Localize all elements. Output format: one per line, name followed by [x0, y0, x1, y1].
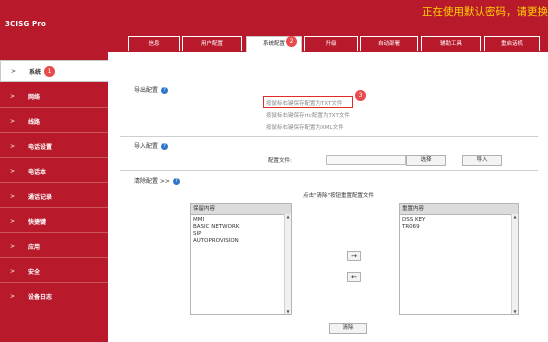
sidebar-item-phonebook[interactable]: > 电话本: [0, 160, 108, 182]
import-section-title: 导入配置?: [134, 141, 169, 150]
tab-user-config[interactable]: 用户配置: [182, 36, 242, 51]
sidebar-item-label: 网络: [28, 93, 41, 101]
chevron-right-icon: >: [11, 67, 17, 75]
sidebar-item-label: 电话设置: [28, 143, 53, 151]
divider: [0, 107, 108, 108]
list-item[interactable]: BASIC NETWORK: [191, 224, 291, 231]
list-item[interactable]: SIP: [191, 231, 291, 238]
list-item[interactable]: DSS KEY: [400, 217, 518, 224]
chevron-right-icon: >: [10, 167, 16, 175]
import-button[interactable]: 导入: [462, 155, 502, 166]
tab-info[interactable]: 信息: [128, 36, 180, 51]
sidebar-item-shortcuts[interactable]: > 快捷键: [0, 210, 108, 232]
divider: [0, 282, 108, 283]
sidebar-item-network[interactable]: > 网络: [0, 85, 108, 107]
divider: [120, 136, 538, 137]
scroll-up-icon[interactable]: ▲: [512, 214, 518, 219]
move-right-button[interactable]: →: [347, 251, 361, 261]
scrollbar[interactable]: ▲ ▼: [284, 214, 291, 314]
clear-title[interactable]: 清除配置 >>: [134, 178, 170, 185]
divider: [0, 232, 108, 233]
step-badge-1: 1: [44, 66, 55, 77]
divider: [0, 132, 108, 133]
sidebar-item-label: 安全: [28, 268, 41, 276]
sidebar-item-label: 电话本: [28, 168, 47, 176]
divider: [0, 157, 108, 158]
divider: [120, 170, 538, 171]
sidebar-item-applications[interactable]: > 应用: [0, 235, 108, 257]
scroll-down-icon[interactable]: ▼: [512, 309, 518, 314]
export-rtc-txt-link[interactable]: 按鼠标右键保存rtc配置为TXT文件: [266, 111, 350, 119]
chevron-right-icon: >: [10, 117, 16, 125]
clear-button[interactable]: 清除: [329, 323, 367, 334]
chevron-right-icon: >: [10, 217, 16, 225]
export-title: 导出配置: [134, 87, 159, 94]
tab-auto-provision[interactable]: 自动部署: [360, 36, 418, 51]
chevron-right-icon: >: [10, 292, 16, 300]
sidebar-item-lines[interactable]: > 线路: [0, 110, 108, 132]
chevron-right-icon: >: [10, 242, 16, 250]
divider: [0, 207, 108, 208]
config-file-input[interactable]: [326, 155, 406, 165]
export-xml-link[interactable]: 按鼠标右键保存配置为XML文件: [266, 123, 344, 131]
reset-list-header: 重置内容: [400, 204, 518, 215]
scrollbar[interactable]: ▲ ▼: [511, 214, 518, 314]
clear-instruction: 点击"清除"按钮重置配置文件: [303, 193, 375, 199]
move-left-button[interactable]: ←: [347, 272, 361, 282]
tab-tools[interactable]: 辅助工具: [421, 36, 481, 51]
keep-list-header: 保留内容: [191, 204, 291, 215]
sidebar-item-label: 系统: [29, 68, 42, 76]
step-badge-3: 3: [355, 90, 366, 101]
scroll-up-icon[interactable]: ▲: [285, 214, 291, 219]
export-section-title: 导出配置?: [134, 85, 169, 94]
chevron-right-icon: >: [10, 192, 16, 200]
sidebar-item-label: 应用: [28, 243, 41, 251]
sidebar-item-call-log[interactable]: > 通话记录: [0, 185, 108, 207]
config-file-label: 配置文件:: [268, 158, 292, 164]
help-icon[interactable]: ?: [172, 178, 180, 185]
scroll-down-icon[interactable]: ▼: [285, 309, 291, 314]
divider: [0, 182, 108, 183]
sidebar-item-security[interactable]: > 安全: [0, 260, 108, 282]
step-badge-2: 2: [286, 36, 297, 47]
sidebar-item-label: 设备日志: [28, 293, 53, 301]
clear-section-title: 清除配置 >>?: [134, 176, 180, 185]
chevron-right-icon: >: [10, 267, 16, 275]
reset-list[interactable]: 重置内容 DSS KEY TR069 ▲ ▼: [399, 203, 519, 315]
chevron-right-icon: >: [10, 142, 16, 150]
list-item[interactable]: AUTOPROVISION: [191, 238, 291, 245]
help-icon[interactable]: ?: [161, 143, 169, 150]
sidebar-item-phone-settings[interactable]: > 电话设置: [0, 135, 108, 157]
logo: 3CISG Pro: [5, 20, 47, 28]
sidebar-item-label: 快捷键: [28, 218, 47, 226]
tab-upgrade[interactable]: 升级: [304, 36, 358, 51]
list-item[interactable]: MMI: [191, 217, 291, 224]
browse-button[interactable]: 选择: [406, 155, 446, 166]
import-title: 导入配置: [134, 143, 159, 150]
tab-reboot[interactable]: 重启话机: [484, 36, 540, 51]
default-password-warning: 正在使用默认密码，请更换: [422, 6, 548, 18]
help-icon[interactable]: ?: [161, 87, 169, 94]
export-txt-link[interactable]: 按鼠标右键保存配置为TXT文件: [266, 99, 342, 107]
keep-list[interactable]: 保留内容 MMI BASIC NETWORK SIP AUTOPROVISION…: [190, 203, 292, 315]
divider: [0, 257, 108, 258]
list-item[interactable]: TR069: [400, 224, 518, 231]
sidebar-item-label: 线路: [28, 118, 41, 126]
sidebar-item-label: 通话记录: [28, 193, 53, 201]
sidebar-item-device-log[interactable]: > 设备日志: [0, 285, 108, 307]
chevron-right-icon: >: [10, 92, 16, 100]
